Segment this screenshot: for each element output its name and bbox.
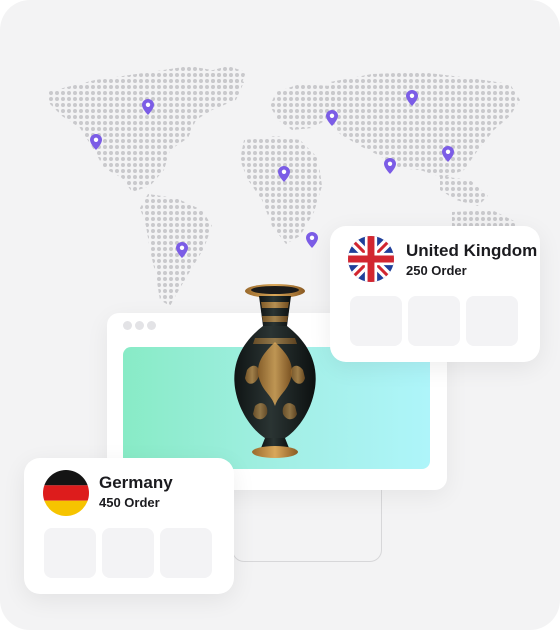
placeholder-tile bbox=[160, 528, 212, 578]
location-pin-icon[interactable] bbox=[176, 242, 188, 258]
location-pin-icon[interactable] bbox=[90, 134, 102, 150]
vase-image[interactable] bbox=[225, 282, 325, 460]
country-name: United Kingdom bbox=[406, 241, 538, 260]
placeholder-tile bbox=[408, 296, 460, 346]
map-africa bbox=[240, 136, 322, 244]
location-pin-icon[interactable] bbox=[384, 158, 396, 174]
placeholder-tile bbox=[466, 296, 518, 346]
country-card-united-kingdom[interactable]: United Kingdom 250 Order bbox=[330, 226, 540, 362]
location-pin-icon[interactable] bbox=[442, 146, 454, 162]
uk-flag-icon bbox=[348, 236, 394, 282]
placeholder-tile bbox=[102, 528, 154, 578]
location-pin-icon[interactable] bbox=[142, 99, 154, 115]
location-pin-icon[interactable] bbox=[306, 232, 318, 248]
location-pin-icon[interactable] bbox=[278, 166, 290, 182]
germany-flag-icon bbox=[43, 470, 89, 516]
location-pin-icon[interactable] bbox=[406, 90, 418, 106]
placeholder-tile bbox=[44, 528, 96, 578]
placeholder-tile bbox=[350, 296, 402, 346]
window-dot bbox=[135, 321, 144, 330]
country-name: Germany bbox=[99, 473, 173, 492]
map-se-asia bbox=[440, 176, 488, 206]
location-pin-icon[interactable] bbox=[326, 110, 338, 126]
map-asia bbox=[322, 72, 520, 178]
order-count: 450 Order bbox=[99, 495, 160, 510]
country-card-germany[interactable]: Germany 450 Order bbox=[24, 458, 234, 594]
order-count: 250 Order bbox=[406, 263, 467, 278]
window-dot bbox=[123, 321, 132, 330]
window-dot bbox=[147, 321, 156, 330]
